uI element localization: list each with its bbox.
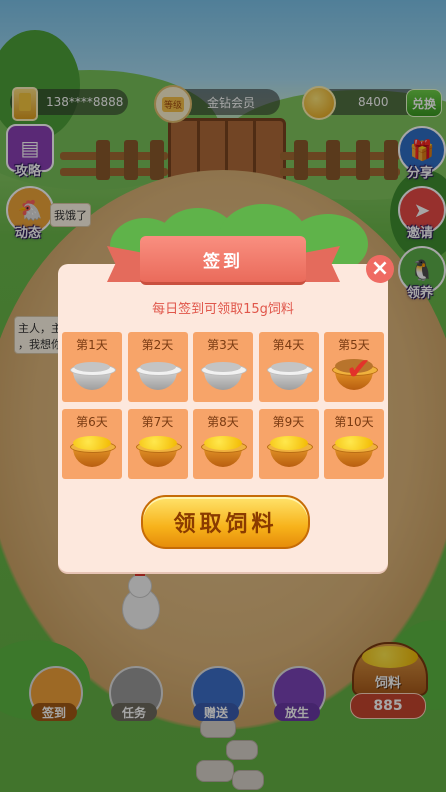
feed-bowl-icon — [70, 435, 116, 469]
empty-bowl-icon — [201, 358, 247, 392]
empty-bowl-icon — [135, 358, 182, 392]
day-label: 第10天 — [334, 415, 374, 429]
day-label: 第9天 — [272, 415, 305, 429]
checkmark-icon: ✔ — [346, 352, 372, 387]
feed-bowl-icon — [332, 435, 378, 469]
signin-day-2[interactable]: 第2天 — [127, 332, 188, 402]
day-label: 第8天 — [207, 415, 239, 429]
day-label: 第6天 — [76, 415, 108, 429]
signin-day-5[interactable]: 第5天 ✔ — [324, 332, 384, 402]
day-label: 第4天 — [272, 338, 305, 352]
signin-day-9[interactable]: 第9天 — [258, 409, 319, 479]
signin-day-8[interactable]: 第8天 — [193, 409, 253, 479]
feed-bowl-icon — [266, 435, 313, 469]
day-label: 第5天 — [338, 338, 370, 352]
day-label: 第1天 — [76, 338, 108, 352]
empty-bowl-icon — [266, 358, 313, 392]
feed-bowl-icon: ✔ — [332, 352, 378, 392]
claim-feed-button[interactable]: 领取饲料 — [141, 495, 310, 549]
signin-day-7[interactable]: 第7天 — [127, 409, 188, 479]
feed-bowl-icon — [201, 435, 247, 469]
signin-day-3[interactable]: 第3天 — [193, 332, 253, 402]
signin-day-10[interactable]: 第10天 — [324, 409, 384, 479]
feed-bowl-icon — [135, 435, 182, 469]
close-icon[interactable]: × — [366, 255, 394, 283]
day-label: 第3天 — [207, 338, 239, 352]
empty-bowl-icon — [70, 358, 116, 392]
dialog-title: 签到 — [140, 236, 306, 285]
day-label: 第7天 — [141, 415, 174, 429]
day-label: 第2天 — [141, 338, 174, 352]
signin-day-6[interactable]: 第6天 — [62, 409, 122, 479]
signin-day-4[interactable]: 第4天 — [258, 332, 319, 402]
signin-day-1[interactable]: 第1天 — [62, 332, 122, 402]
dialog-subtitle: 每日签到可领取15g饲料 — [152, 302, 294, 317]
